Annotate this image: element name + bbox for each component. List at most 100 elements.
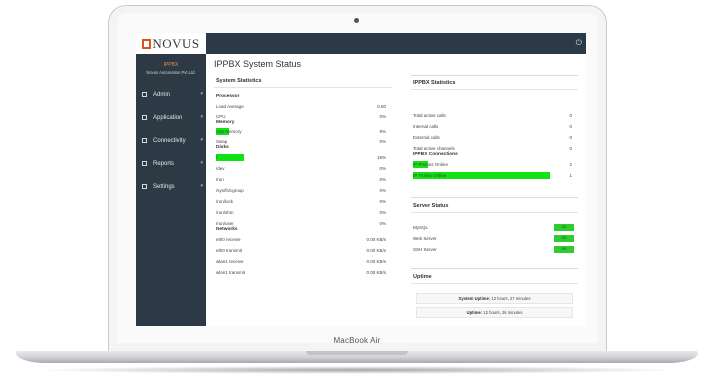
system-statistics-panel: System Statistics Processor Load Average…	[214, 75, 392, 325]
usage-label: /	[216, 155, 218, 160]
stat-row: eth0 receive 0.00 KB/s	[214, 235, 392, 246]
usage-label: /run/shm	[216, 210, 234, 215]
usage-row: /run 0%	[214, 175, 392, 186]
stat-value: 0	[569, 124, 572, 129]
panel-title: IPPBX Statistics	[411, 75, 578, 90]
laptop-notch	[306, 351, 408, 355]
stat-label: Internal calls	[413, 124, 439, 129]
stat-row: wlan1 transmit 0.00 KB/s	[214, 268, 392, 279]
sidebar-item-admin[interactable]: Admin ▾	[136, 83, 206, 106]
top-bar: NOVUS ⏻	[136, 33, 586, 54]
system-uptime-value: 12 hours, 27 minutes	[491, 296, 531, 301]
stat-label: CPU	[216, 114, 226, 119]
server-row: MySQL OK	[411, 223, 578, 234]
sidebar-item-connectivity[interactable]: Connectivity ▾	[136, 129, 206, 152]
stat-value: 0	[569, 135, 572, 140]
webcam-icon	[354, 18, 359, 23]
usage-row: /run/user 0%	[214, 219, 392, 227]
main-content: IPPBX System Status System Statistics Pr…	[206, 54, 586, 326]
chevron-down-icon: ▾	[200, 183, 203, 189]
sidebar-item-reports[interactable]: Reports ▾	[136, 152, 206, 175]
panel-top-rule	[411, 268, 578, 269]
usage-label: /run	[216, 177, 224, 182]
menu-square-icon	[142, 115, 147, 120]
usage-row: App Memory 9%	[214, 127, 392, 137]
stat-row: Load Average 0.60	[214, 102, 392, 112]
stat-value: 0%	[379, 114, 386, 119]
chevron-down-icon: ▾	[200, 137, 203, 143]
stat-row: Total active calls 0	[411, 111, 578, 122]
laptop-shadow	[30, 366, 684, 374]
menu-square-icon	[142, 138, 147, 143]
stat-label: wlan1 receive	[216, 259, 244, 264]
usage-value: 0%	[379, 166, 386, 171]
panel-title: Uptime	[411, 268, 578, 284]
usage-label: /dev	[216, 166, 225, 171]
stat-row: External calls 0	[411, 133, 578, 144]
stat-label: External calls	[413, 135, 440, 140]
stat-label: Total active calls	[413, 113, 446, 118]
usage-label: /run/user	[216, 221, 234, 226]
stat-label: wlan1 transmit	[216, 270, 246, 275]
usage-value: 0%	[379, 188, 386, 193]
stat-label: eth0 receive	[216, 237, 241, 242]
system-uptime-label: System Uptime:	[458, 296, 491, 301]
stat-row: wlan1 receive 0.00 KB/s	[214, 257, 392, 268]
chevron-down-icon: ▾	[200, 160, 203, 166]
stat-value: 0	[569, 146, 572, 151]
sidebar-item-label: Application	[153, 114, 183, 121]
organization-name: Novus Automation Pvt.Ltd.	[146, 70, 196, 75]
product-name: IPPBX	[163, 62, 179, 68]
service-uptime-value: 12 hours, 26 minutes	[483, 310, 523, 315]
usage-value: 0%	[379, 221, 386, 226]
ippbx-statistics-panel: IPPBX Statistics Total active calls 0 In…	[411, 75, 578, 193]
app-logo[interactable]: NOVUS	[136, 33, 206, 54]
usage-value: 0%	[379, 139, 386, 144]
panel-title: Server Status	[411, 197, 578, 213]
logo-text: NOVUS	[152, 35, 200, 51]
usage-row: /sys/fs/cgroup 0%	[214, 186, 392, 197]
logo-mark-icon	[142, 38, 152, 49]
power-icon[interactable]: ⏻	[576, 38, 582, 48]
stat-label: Total active channels	[413, 146, 455, 151]
stat-value: 0.60	[377, 104, 386, 109]
server-name: SSH Server	[413, 247, 437, 252]
usage-label: /run/lock	[216, 199, 234, 204]
stat-row: Total active channels 0	[411, 144, 578, 152]
usage-value: 0%	[379, 210, 386, 215]
usage-value: 2	[569, 162, 572, 167]
usage-row: /run/shm 0%	[214, 208, 392, 219]
stat-row: Internal calls 0	[411, 122, 578, 133]
sidebar-item-settings[interactable]: Settings ▾	[136, 175, 206, 198]
sidebar: IPPBX Novus Automation Pvt.Ltd. Admin ▾ …	[136, 54, 206, 326]
system-uptime: System Uptime: 12 hours, 27 minutes	[416, 293, 573, 304]
usage-label: /sys/fs/cgroup	[216, 188, 244, 193]
usage-value: 9%	[379, 129, 386, 134]
usage-label: IP Trunks Online	[413, 173, 447, 178]
sidebar-item-label: Settings	[153, 183, 175, 190]
stat-label: eth0 transmit	[216, 248, 243, 253]
laptop-model-label: MacBook Air	[333, 336, 381, 345]
sidebar-item-label: Reports	[153, 160, 175, 167]
status-badge: OK	[554, 246, 574, 253]
uptime-panel: Uptime System Uptime: 12 hours, 27 minut…	[411, 268, 578, 326]
sidebar-item-application[interactable]: Application ▾	[136, 106, 206, 129]
usage-value: 0%	[379, 199, 386, 204]
usage-bar	[216, 154, 245, 161]
stat-row: eth0 transmit 0.00 KB/s	[214, 246, 392, 257]
usage-row: /dev 0%	[214, 164, 392, 175]
stat-value: 0.00 KB/s	[366, 237, 386, 242]
stat-value: 0.00 KB/s	[366, 270, 386, 275]
panel-title: System Statistics	[214, 75, 392, 88]
chevron-down-icon: ▾	[200, 114, 203, 120]
usage-row: IP Phones Online 2	[411, 160, 578, 171]
service-uptime: Uptime: 12 hours, 26 minutes	[416, 307, 573, 318]
usage-row: / 19%	[214, 153, 392, 164]
usage-label: App Memory	[216, 129, 242, 134]
server-status-panel: Server Status MySQL OK Web Server OK SSH…	[411, 197, 578, 259]
sidebar-item-label: Connectivity	[153, 137, 186, 144]
stat-row: CPU 0%	[214, 112, 392, 120]
status-badge: OK	[554, 224, 574, 231]
server-name: Web Server	[413, 236, 437, 241]
usage-value: 1	[569, 173, 572, 178]
